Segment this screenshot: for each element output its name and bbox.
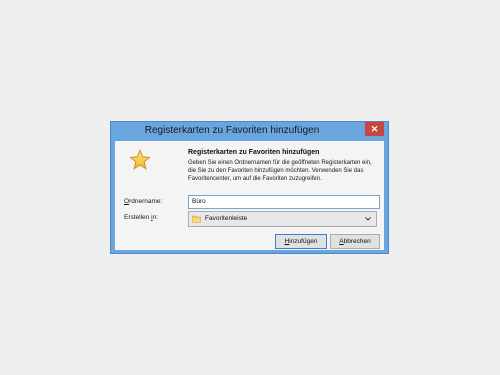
add-button[interactable]: Hinzufügen — [275, 234, 327, 249]
folder-name-label: Ordnername: — [124, 198, 162, 205]
dialog-body: Registerkarten zu Favoriten hinzufügen G… — [115, 141, 384, 250]
create-in-label-pre: Erstellen — [124, 214, 152, 221]
create-in-label: Erstellen in: — [124, 214, 158, 221]
create-in-label-post: n: — [152, 214, 158, 221]
cancel-button-rest: bbrechen — [343, 238, 371, 245]
folder-name-label-rest: rdnername: — [129, 198, 163, 205]
add-tabs-to-favorites-dialog: Registerkarten zu Favoriten hinzufügen ✕… — [110, 121, 389, 254]
folder-name-input[interactable]: Büro — [188, 195, 380, 209]
cancel-button[interactable]: Abbrechen — [330, 234, 380, 249]
create-in-selected-value: Favoritenleiste — [205, 215, 248, 222]
dialog-description: Geben Sie einen Ordnernamen für die geöf… — [188, 160, 372, 182]
create-in-select[interactable]: Favoritenleiste — [188, 211, 377, 227]
dialog-heading: Registerkarten zu Favoriten hinzufügen — [188, 149, 320, 156]
title-bar[interactable]: Registerkarten zu Favoriten hinzufügen ✕ — [111, 122, 388, 141]
chevron-down-icon[interactable] — [365, 217, 371, 221]
dialog-title: Registerkarten zu Favoriten hinzufügen — [144, 125, 320, 136]
folder-icon — [192, 215, 201, 223]
close-button[interactable]: ✕ — [365, 122, 384, 136]
add-button-rest: inzufügen — [289, 238, 318, 245]
star-icon — [129, 149, 151, 170]
